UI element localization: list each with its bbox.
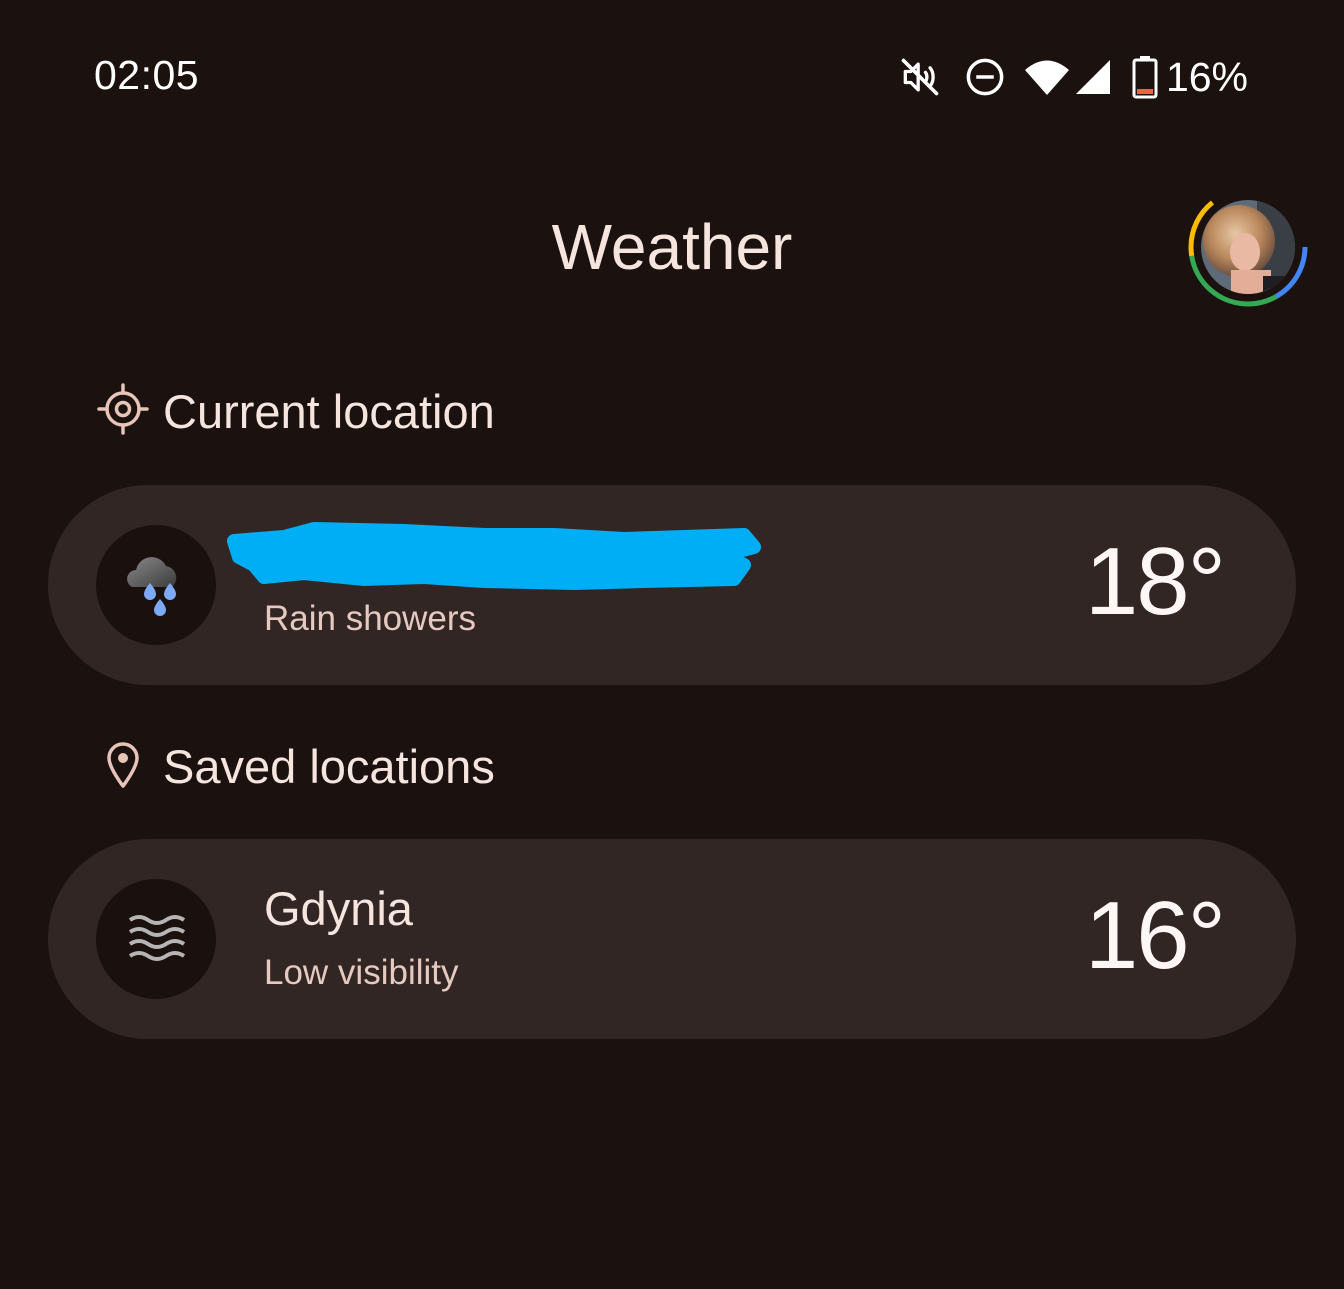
condition-icon-badge xyxy=(96,879,216,999)
location-name: Gdynia xyxy=(264,882,413,935)
page-title: Weather xyxy=(551,211,793,283)
saved-locations-label: Saved locations xyxy=(163,740,495,793)
temperature: 16° xyxy=(1084,882,1226,989)
saved-location-card[interactable]: Gdynia Low visibility 16° xyxy=(48,839,1296,1039)
clock: 02:05 xyxy=(94,52,200,98)
condition-text: Rain showers xyxy=(264,599,477,638)
location-name-redacted xyxy=(224,521,764,606)
my-location-icon xyxy=(97,383,149,440)
avatar xyxy=(1188,187,1308,307)
status-icons: 16% xyxy=(898,54,1248,100)
cellular-signal-icon xyxy=(1074,58,1112,96)
fog-icon xyxy=(126,912,186,967)
location-pin-icon xyxy=(97,738,149,795)
battery-icon xyxy=(1132,55,1158,99)
current-location-card[interactable]: Rain showers 18° xyxy=(48,485,1296,685)
current-location-header: Current location xyxy=(97,383,495,440)
saved-locations-header: Saved locations xyxy=(97,738,495,795)
battery-percent: 16% xyxy=(1165,53,1248,100)
account-avatar-button[interactable] xyxy=(1187,186,1309,308)
temperature: 18° xyxy=(1084,528,1226,635)
current-location-label: Current location xyxy=(163,385,495,438)
do-not-disturb-icon xyxy=(964,56,1006,98)
condition-icon-badge xyxy=(96,525,216,645)
wifi-icon xyxy=(1024,57,1070,97)
condition-text: Low visibility xyxy=(264,953,459,992)
mute-icon xyxy=(898,55,942,99)
rain-showers-icon xyxy=(118,545,194,626)
status-bar: 02:05 16% xyxy=(0,0,1344,150)
